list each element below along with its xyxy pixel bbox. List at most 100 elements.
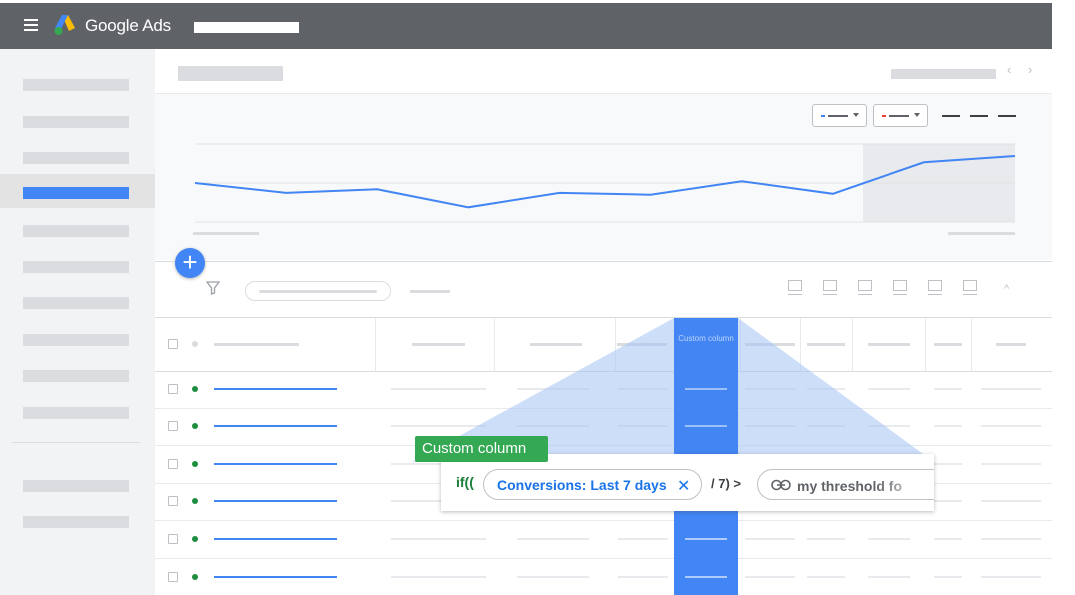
sidebar-item[interactable] [0,357,155,391]
chevron-left-icon[interactable]: ‹ [1007,62,1011,77]
sidebar-item-label [23,116,129,128]
column-header[interactable] [807,343,845,346]
table-cell [618,538,668,540]
filter-icon[interactable] [206,281,220,295]
column-header[interactable] [868,343,910,346]
segment-icon[interactable] [788,280,802,296]
metric-selector-1[interactable] [812,104,867,127]
add-button[interactable]: + [175,248,205,278]
sidebar-item[interactable] [0,139,155,173]
row-status-dot [192,574,198,580]
column-header[interactable] [530,343,582,346]
table-cell [981,538,1041,540]
sidebar-item[interactable] [0,66,155,100]
google-ads-logo-icon[interactable] [53,14,77,36]
row-name-link[interactable] [214,425,337,427]
sidebar-item-label [23,407,129,419]
metric-chip-label: Conversions: Last 7 days [497,477,667,493]
row-name-link[interactable] [214,463,337,465]
formula-function[interactable]: if(( [456,474,474,490]
download-icon[interactable] [893,280,907,296]
row-checkbox[interactable] [168,421,178,431]
chevron-down-icon [853,113,859,117]
table-cell [517,425,589,427]
hamburger-menu-icon[interactable] [24,19,38,31]
app-brand-name[interactable]: Google Ads [85,16,171,36]
expand-icon[interactable] [928,280,942,296]
table-cell [981,500,1041,502]
select-all-checkbox[interactable] [168,339,178,349]
row-checkbox[interactable] [168,496,178,506]
table-cell [391,538,486,540]
row-name-link[interactable] [214,576,337,578]
account-selector[interactable] [194,22,299,33]
row-checkbox[interactable] [168,459,178,469]
collapse-icon[interactable]: ^ [1004,283,1009,295]
table-cell [868,576,910,578]
sidebar-item[interactable] [0,103,155,137]
columns-icon[interactable] [823,280,837,296]
sidebar-item[interactable] [0,467,155,501]
column-header-name[interactable] [214,343,299,346]
row-checkbox[interactable] [168,534,178,544]
threshold-chip[interactable]: my threshold fo [757,469,934,500]
filter-chip[interactable] [245,281,391,301]
table-cell [745,538,795,540]
row-status-dot [192,461,198,467]
table-cell [807,576,845,578]
metric-selector-2[interactable] [873,104,928,127]
column-separator [925,318,926,371]
formula-editor[interactable]: if(( Conversions: Last 7 days ✕ / 7) > m… [441,454,934,511]
metric-chip[interactable]: Conversions: Last 7 days ✕ [483,469,702,500]
row-checkbox[interactable] [168,572,178,582]
row-status-dot [192,423,198,429]
date-range-selector[interactable] [891,69,996,79]
sidebar-item-active[interactable] [0,174,155,208]
header-status-dot [192,341,198,347]
add-filter-link[interactable] [410,290,450,293]
close-icon[interactable]: ✕ [677,476,690,496]
column-header[interactable] [996,343,1026,346]
chevron-right-icon[interactable]: › [1028,62,1032,77]
column-separator [971,318,972,371]
more-icon[interactable] [963,280,977,296]
column-header[interactable] [617,343,667,346]
column-header[interactable] [745,343,795,346]
sidebar-item-label [23,79,129,91]
custom-column-cell [685,538,727,540]
column-separator [740,318,741,371]
table-cell [745,425,795,427]
row-name-link[interactable] [214,538,337,540]
chevron-down-icon [914,113,920,117]
table-cell [618,425,668,427]
table-cell [391,425,486,427]
sidebar-item-label [23,370,129,382]
row-name-link[interactable] [214,388,337,390]
sidebar-item-label [23,261,129,273]
reports-icon[interactable] [858,280,872,296]
chart-legend-item [998,115,1016,117]
sidebar-item[interactable] [0,503,155,537]
table-cell [618,576,668,578]
sidebar-item[interactable] [0,321,155,355]
series-color-swatch [882,115,886,117]
column-separator [375,318,376,371]
app-window: Google Ads ‹ › + ^ Custom column if((Co… [0,3,1052,595]
table-cell [981,425,1041,427]
sidebar-item[interactable] [0,284,155,318]
sidebar-item[interactable] [0,212,155,246]
table-cell [981,576,1041,578]
column-header[interactable] [934,343,962,346]
row-checkbox[interactable] [168,384,178,394]
row-name-link[interactable] [214,500,337,502]
sidebar-item[interactable] [0,394,155,428]
performance-chart [155,94,1052,260]
chart-legend-item [942,115,960,117]
x-axis-start-label [193,232,259,235]
column-header[interactable] [412,343,465,346]
sidebar-item[interactable] [0,248,155,282]
column-separator [494,318,495,371]
table-cell [745,576,795,578]
column-separator [615,318,616,371]
sidebar-item-label [23,297,129,309]
